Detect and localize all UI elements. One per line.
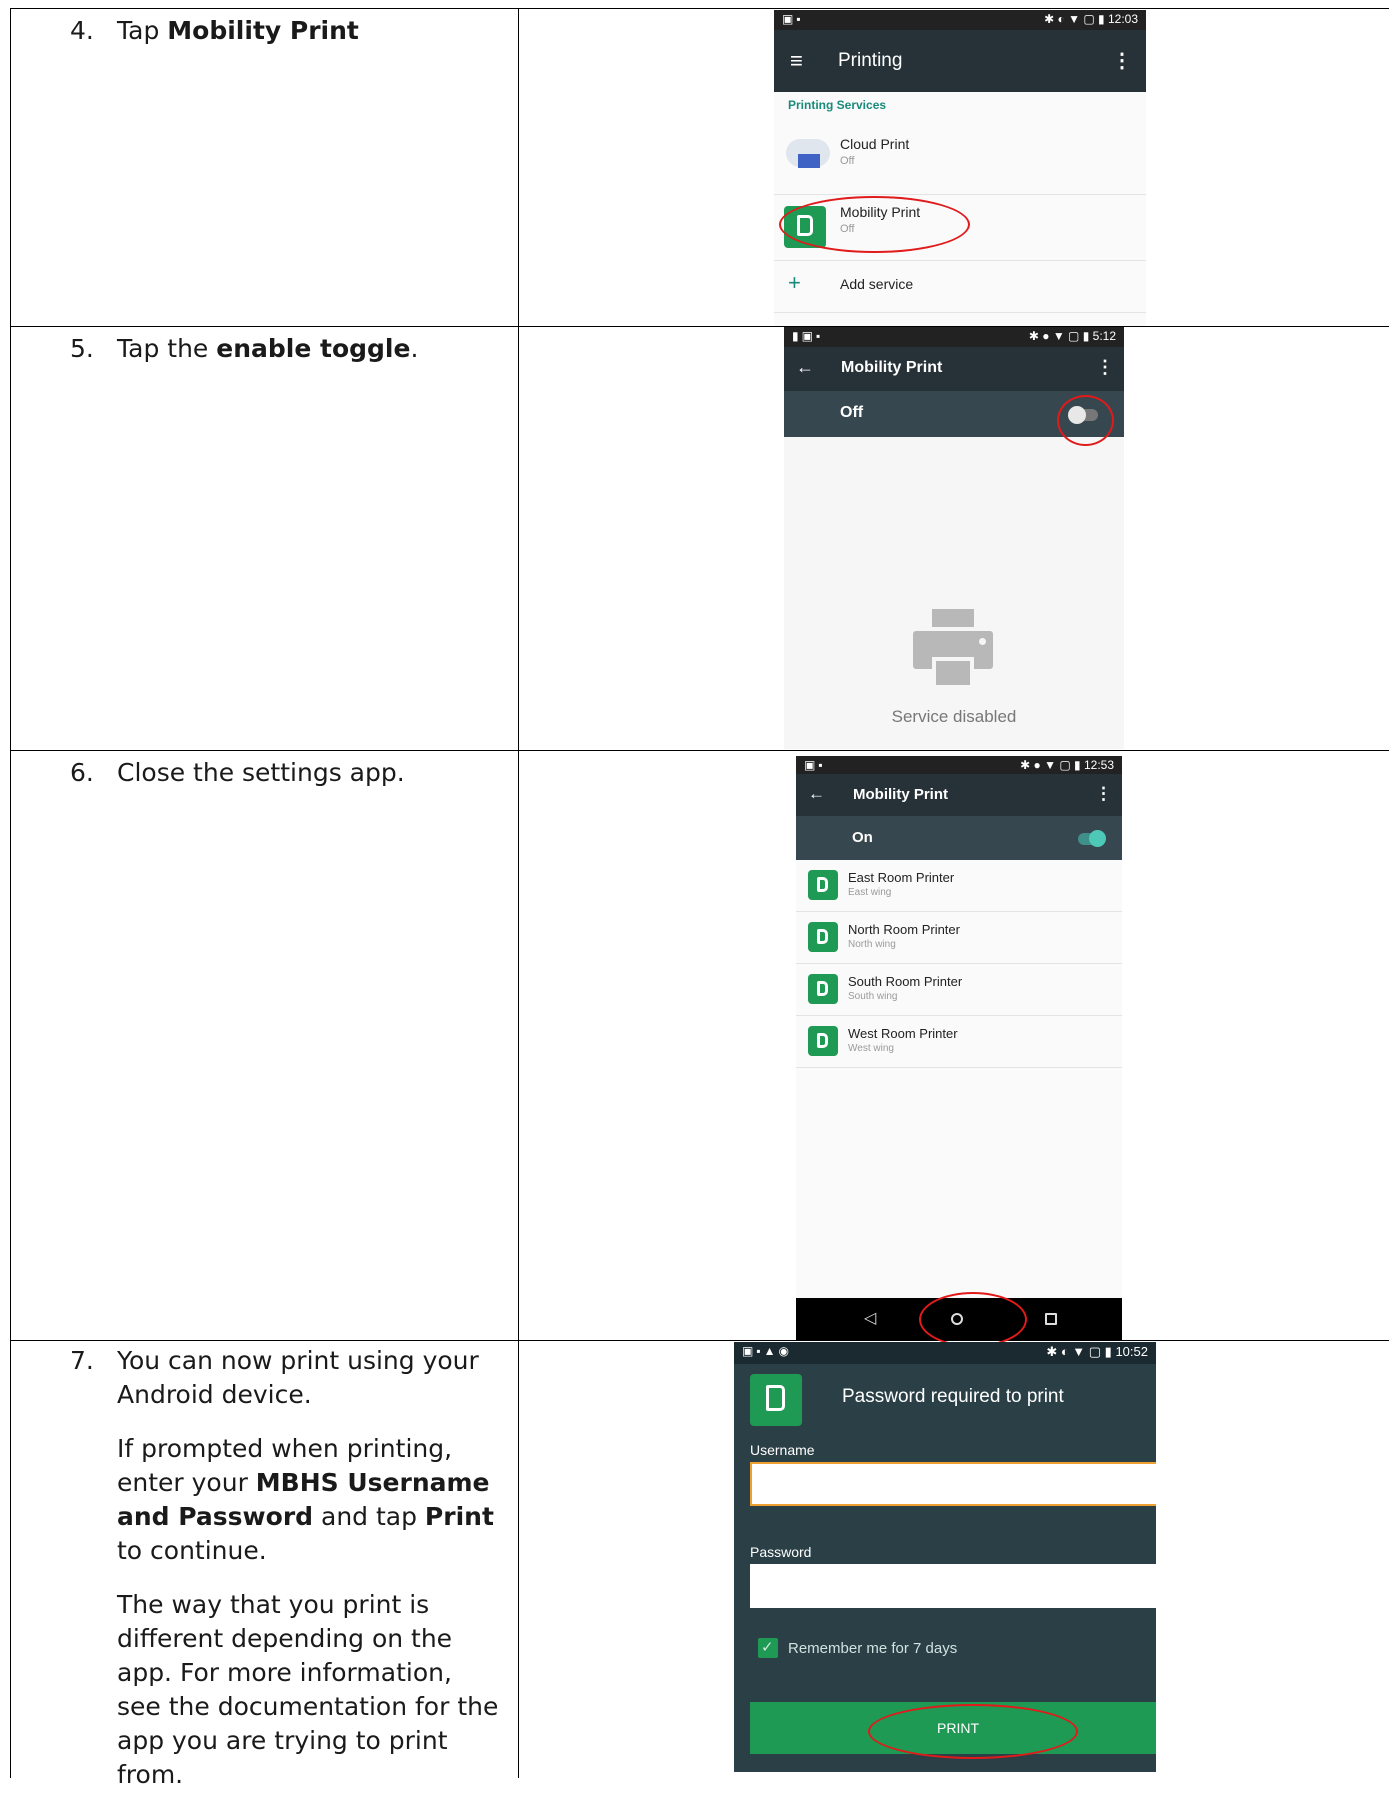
printer-name: East Room Printer [848, 870, 955, 885]
printer-list: East Room Printer East wing North Room P… [796, 860, 1122, 1280]
printer-location: South wing [848, 991, 898, 1002]
highlight-enable-toggle [1057, 395, 1114, 446]
app-bar-title: Mobility Print [841, 359, 943, 376]
recents-nav-icon[interactable] [1045, 1313, 1057, 1325]
app-bar-title: Mobility Print [853, 786, 948, 803]
highlight-home-button [919, 1292, 1027, 1347]
overflow-menu-icon[interactable]: ⋮ [1095, 784, 1112, 804]
overflow-menu-icon[interactable]: ⋮ [1112, 48, 1132, 73]
toggle-state-label: On [852, 829, 873, 846]
mobility-print-logo-icon [808, 974, 838, 1004]
status-bar: ▮▣▪ ✱ ● ▼ ▢ ▮ 5:12 [784, 327, 1124, 347]
app-bar: ≡ Printing ⋮ [774, 30, 1146, 92]
step-7-para-1: You can now print using your Android dev… [117, 1346, 479, 1409]
mobility-print-logo-icon [750, 1374, 802, 1426]
printer-location: East wing [848, 887, 892, 898]
service-item-cloud-print[interactable]: Cloud Print Off [774, 124, 1146, 195]
enable-toggle[interactable] [1078, 830, 1106, 847]
section-header: Printing Services [788, 98, 887, 112]
step-number: 4. [70, 16, 94, 45]
table-border-row2 [10, 750, 1389, 751]
step-7: 7. You can now print using your Android … [60, 1344, 500, 1812]
step-number: 5. [70, 334, 94, 363]
step-7-para-3: The way that you print is different depe… [117, 1590, 499, 1789]
app-bar: ← Mobility Print ⋮ [796, 774, 1122, 816]
table-border-row3 [10, 1340, 1389, 1341]
printer-name: North Room Printer [848, 922, 960, 937]
menu-icon[interactable]: ≡ [790, 48, 803, 74]
password-label: Password [750, 1544, 812, 1560]
checkmark-icon: ✓ [761, 1639, 774, 1656]
printer-disabled-icon [913, 609, 993, 689]
password-input[interactable] [750, 1564, 1156, 1608]
mobility-print-logo-icon [808, 870, 838, 900]
add-service-item[interactable]: + Add service [774, 262, 1146, 313]
status-bar: ▣▪ ✱ ◐ ▼ ▢ ▮ 12:03 [774, 10, 1146, 30]
add-service-label: Add service [840, 276, 914, 292]
printer-name: West Room Printer [848, 1026, 958, 1041]
enable-toggle-row: On [796, 816, 1122, 860]
toggle-knob [1089, 830, 1106, 847]
screenshot-mobility-print-off: ▮▣▪ ✱ ● ▼ ▢ ▮ 5:12 ← Mobility Print ⋮ Of… [784, 327, 1124, 749]
screenshot-printing-services: ▣▪ ✱ ◐ ▼ ▢ ▮ 12:03 ≡ Printing ⋮ Printing… [774, 10, 1146, 326]
table-border-left [10, 8, 11, 1778]
mobility-print-logo-icon [808, 1026, 838, 1056]
step-6: 6. Close the settings app. [60, 756, 500, 790]
table-border-mid [518, 8, 519, 1778]
step-5: 5. Tap the enable toggle. [60, 332, 500, 366]
step-number: 6. [70, 758, 94, 787]
screenshot-mobility-print-on: ▣▪ ✱ ● ▼ ▢ ▮ 12:53 ← Mobility Print ⋮ On… [796, 756, 1122, 1340]
printer-location: North wing [848, 939, 896, 950]
app-bar-title: Printing [838, 50, 903, 71]
printer-item[interactable]: West Room Printer West wing [796, 1016, 1122, 1068]
mobility-print-logo-icon [808, 922, 838, 952]
printer-item[interactable]: South Room Printer South wing [796, 964, 1122, 1016]
empty-state-text: Service disabled [891, 707, 1017, 726]
status-bar: ▣▪▲◉ ✱ ◐ ▼ ▢ ▮ 10:52 [734, 1342, 1156, 1364]
dialog-title: Password required to print [842, 1386, 1064, 1407]
remember-me-label: Remember me for 7 days [788, 1640, 958, 1657]
app-bar: ← Mobility Print ⋮ [784, 347, 1124, 391]
printer-name: South Room Printer [848, 974, 963, 989]
cloud-print-doc-icon [798, 154, 820, 168]
highlight-mobility-print [779, 196, 970, 253]
printer-item[interactable]: East Room Printer East wing [796, 860, 1122, 912]
back-nav-icon[interactable]: ◁ [864, 1308, 876, 1328]
username-label: Username [750, 1442, 815, 1458]
overflow-menu-icon[interactable]: ⋮ [1096, 357, 1114, 378]
username-input[interactable] [750, 1462, 1156, 1506]
back-arrow-icon[interactable]: ← [796, 357, 814, 378]
service-name: Cloud Print [840, 136, 910, 152]
table-border-top [10, 8, 1389, 9]
status-bar: ▣▪ ✱ ● ▼ ▢ ▮ 12:53 [796, 756, 1122, 774]
back-arrow-icon[interactable]: ← [808, 784, 825, 804]
highlight-print-button [868, 1704, 1078, 1759]
remember-me-checkbox[interactable]: ✓ [758, 1638, 778, 1658]
plus-icon: + [788, 270, 801, 295]
printer-item[interactable]: North Room Printer North wing [796, 912, 1122, 964]
step-number: 7. [70, 1346, 94, 1375]
printer-location: West wing [848, 1043, 894, 1054]
step-4: 4. Tap Mobility Print [60, 14, 500, 48]
step-7-para-2: If prompted when printing, enter your MB… [117, 1434, 494, 1565]
toggle-state-label: Off [840, 404, 864, 421]
service-status: Off [840, 155, 855, 167]
table-border-row1 [10, 326, 1389, 327]
